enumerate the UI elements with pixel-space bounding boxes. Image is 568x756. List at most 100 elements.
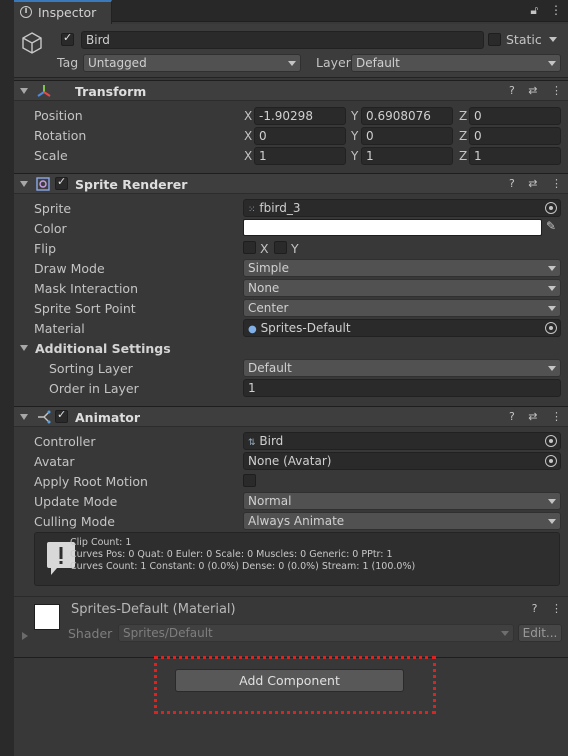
- animator-header[interactable]: Animator ? ⇄ ⋮: [14, 406, 568, 427]
- sprite-value: fbird_3: [259, 201, 301, 215]
- layer-dropdown[interactable]: Default: [351, 54, 561, 72]
- flip-y-checkbox[interactable]: [274, 241, 287, 254]
- flip-x-checkbox[interactable]: [243, 241, 256, 254]
- scale-z-field[interactable]: 1: [469, 147, 561, 165]
- sorting-layer-dropdown[interactable]: Default: [243, 359, 561, 377]
- chevron-down-icon: [288, 61, 296, 66]
- scale-x-field[interactable]: 1: [254, 147, 346, 165]
- position-x-field[interactable]: -1.90298: [254, 107, 346, 125]
- chevron-down-icon: [548, 306, 556, 311]
- foldout-icon[interactable]: [20, 88, 28, 94]
- rotation-x-field[interactable]: 0: [254, 127, 346, 145]
- flip-y-label: Y: [291, 241, 299, 256]
- update-mode-value: Normal: [248, 494, 292, 508]
- avatar-field[interactable]: None (Avatar): [243, 452, 561, 470]
- transform-header[interactable]: Transform ? ⇄ ⋮: [14, 80, 568, 101]
- order-in-layer-field[interactable]: 1: [243, 379, 561, 397]
- transform-axis-icon: [37, 85, 51, 97]
- object-picker-icon[interactable]: [545, 435, 557, 447]
- controller-field[interactable]: ⇅ Bird: [243, 432, 561, 450]
- sprite-renderer-header[interactable]: Sprite Renderer ? ⇄ ⋮: [14, 173, 568, 194]
- help-icon[interactable]: ?: [509, 410, 515, 423]
- rotation-z-label[interactable]: Z: [459, 129, 467, 143]
- rotation-x-label[interactable]: X: [244, 129, 252, 143]
- sprite-sort-point-value: Center: [248, 301, 289, 315]
- component-header-icons: ? ⇄ ⋮: [499, 84, 562, 97]
- shader-dropdown[interactable]: Sprites/Default: [118, 624, 514, 642]
- tag-dropdown[interactable]: Untagged: [83, 54, 301, 72]
- edit-shader-button[interactable]: Edit...: [518, 624, 562, 642]
- scale-y-label[interactable]: Y: [351, 149, 358, 163]
- rotation-y-label[interactable]: Y: [351, 129, 358, 143]
- object-picker-icon[interactable]: [545, 455, 557, 467]
- update-mode-dropdown[interactable]: Normal: [243, 492, 561, 510]
- lock-icon[interactable]: 🔓︎: [530, 3, 538, 17]
- gameobject-header: Bird Static Tag Untagged Layer Default: [14, 24, 568, 78]
- eyedropper-icon[interactable]: ✎: [546, 219, 556, 233]
- mask-interaction-label: Mask Interaction: [34, 281, 138, 296]
- help-icon[interactable]: ?: [532, 602, 538, 615]
- help-icon[interactable]: ?: [509, 177, 515, 190]
- more-menu-icon[interactable]: ⋮: [551, 177, 562, 190]
- tab-inspector[interactable]: i Inspector: [14, 0, 112, 24]
- mask-interaction-dropdown[interactable]: None: [243, 279, 561, 297]
- position-z-field[interactable]: 0: [469, 107, 561, 125]
- draw-mode-dropdown[interactable]: Simple: [243, 259, 561, 277]
- static-dropdown-icon[interactable]: [549, 37, 557, 42]
- gameobject-cube-icon: [22, 32, 42, 54]
- additional-settings-foldout-icon[interactable]: [20, 345, 28, 351]
- rotation-z-field[interactable]: 0: [469, 127, 561, 145]
- avatar-label: Avatar: [34, 454, 75, 469]
- foldout-icon[interactable]: [22, 632, 28, 640]
- chevron-down-icon: [548, 519, 556, 524]
- presets-icon[interactable]: ⇄: [528, 84, 537, 97]
- tab-tools: 🔓︎ ⋮: [522, 3, 562, 18]
- color-label: Color: [34, 221, 67, 236]
- animator-info-box: Clip Count: 1 Curves Pos: 0 Quat: 0 Eule…: [34, 532, 560, 586]
- scale-z-label[interactable]: Z: [459, 149, 467, 163]
- position-y-field[interactable]: 0.6908076: [361, 107, 453, 125]
- tab-label: Inspector: [38, 5, 97, 20]
- color-swatch[interactable]: [243, 219, 542, 236]
- material-sphere-icon: ●: [248, 324, 257, 335]
- material-field[interactable]: ● Sprites-Default: [243, 319, 561, 337]
- culling-mode-dropdown[interactable]: Always Animate: [243, 512, 561, 530]
- more-menu-icon[interactable]: ⋮: [551, 84, 562, 97]
- more-menu-icon[interactable]: ⋮: [551, 602, 562, 615]
- sprite-field[interactable]: ⁙ fbird_3: [243, 199, 561, 217]
- name-field[interactable]: Bird: [81, 31, 484, 49]
- scale-x-label[interactable]: X: [244, 149, 252, 163]
- more-menu-icon[interactable]: ⋮: [551, 410, 562, 423]
- order-in-layer-label: Order in Layer: [49, 381, 139, 396]
- position-z-label[interactable]: Z: [459, 109, 467, 123]
- sprite-sort-point-dropdown[interactable]: Center: [243, 299, 561, 317]
- active-checkbox[interactable]: [61, 31, 74, 46]
- flip-x-label: X: [260, 241, 269, 256]
- more-menu-icon[interactable]: ⋮: [550, 3, 562, 17]
- tag-value: Untagged: [88, 56, 147, 70]
- scale-y-field[interactable]: 1: [361, 147, 453, 165]
- help-icon[interactable]: ?: [509, 84, 515, 97]
- object-picker-icon[interactable]: [545, 202, 557, 214]
- presets-icon[interactable]: ⇄: [528, 177, 537, 190]
- add-component-button[interactable]: Add Component: [175, 669, 404, 692]
- foldout-icon[interactable]: [20, 414, 28, 420]
- animator-title: Animator: [75, 410, 141, 425]
- draw-mode-label: Draw Mode: [34, 261, 105, 276]
- material-preview-title: Sprites-Default (Material): [71, 602, 236, 617]
- sprite-renderer-enabled-checkbox[interactable]: [55, 175, 68, 190]
- rotation-y-field[interactable]: 0: [361, 127, 453, 145]
- object-picker-icon[interactable]: [545, 322, 557, 334]
- foldout-icon[interactable]: [20, 181, 28, 187]
- tab-bar: i Inspector 🔓︎ ⋮: [14, 0, 568, 24]
- chevron-down-icon: [548, 499, 556, 504]
- position-y-label[interactable]: Y: [351, 109, 358, 123]
- additional-settings-label[interactable]: Additional Settings: [35, 341, 171, 356]
- apply-root-motion-checkbox[interactable]: [243, 474, 256, 487]
- chevron-down-icon: [548, 61, 556, 66]
- animator-enabled-checkbox[interactable]: [55, 408, 68, 423]
- presets-icon[interactable]: ⇄: [528, 410, 537, 423]
- static-checkbox[interactable]: [488, 33, 501, 46]
- sorting-layer-value: Default: [248, 361, 292, 375]
- position-x-label[interactable]: X: [244, 109, 252, 123]
